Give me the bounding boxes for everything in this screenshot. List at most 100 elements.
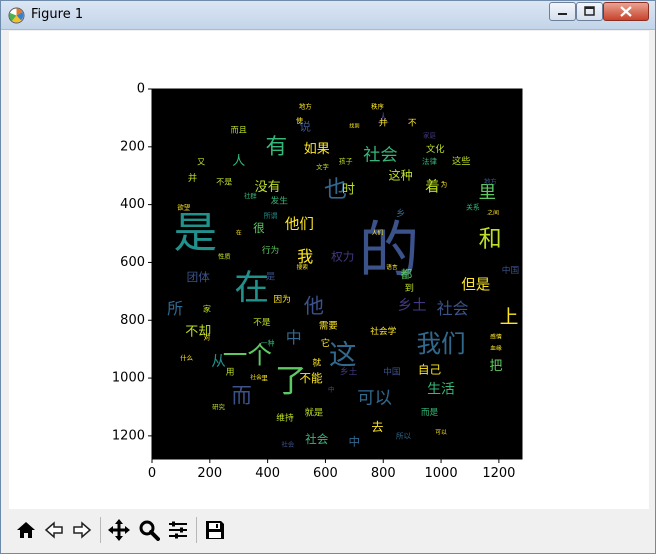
wordcloud-word: 有 xyxy=(265,134,287,159)
wordcloud-word: 研究 xyxy=(212,402,225,411)
wordcloud-word: 没有 xyxy=(255,180,281,195)
wordcloud-word: 从 xyxy=(211,354,226,370)
wordcloud-word: 社会 xyxy=(281,440,294,449)
save-button[interactable] xyxy=(202,517,228,543)
wordcloud-word: 用 xyxy=(226,366,235,377)
wordcloud-word: 社会 xyxy=(437,299,469,318)
wordcloud-word: 感情 xyxy=(490,333,502,341)
wordcloud-word: 乡土 xyxy=(340,365,358,377)
wordcloud-word: 不是 xyxy=(253,317,271,328)
wordcloud-word: 生活 xyxy=(427,382,455,398)
window-title: Figure 1 xyxy=(31,7,84,22)
wordcloud-word: 为 xyxy=(441,179,447,188)
x-tick-label: 800 xyxy=(371,466,396,481)
home-button[interactable] xyxy=(13,517,39,543)
wordcloud-word: 又 xyxy=(197,156,205,166)
wordcloud-word: 我 xyxy=(297,247,313,266)
wordcloud-word: 需要 xyxy=(319,321,338,332)
wordcloud-word: 并 xyxy=(188,172,197,184)
matplotlib-logo-icon xyxy=(8,7,25,24)
wordcloud-word: 发生 xyxy=(271,195,289,207)
wordcloud-word: 所 xyxy=(167,299,183,318)
wordcloud-word: 社会学 xyxy=(370,325,396,337)
wordcloud-word: 是 xyxy=(266,271,275,282)
x-tick-label: 600 xyxy=(313,466,338,481)
wordcloud-word: 并 xyxy=(379,117,388,129)
wordcloud-word: 里 xyxy=(479,183,496,203)
wordcloud-word: 所以 xyxy=(396,430,411,440)
y-tick-label: 600 xyxy=(120,255,145,270)
wordcloud-word: 里 xyxy=(262,374,269,382)
wordcloud-word: 社群 xyxy=(244,191,257,200)
wordcloud-word: 着 xyxy=(425,178,440,195)
back-icon xyxy=(44,521,63,539)
wordcloud-word: 而 xyxy=(232,383,252,407)
wordcloud-plot: 的是在了这 我们一个和有也社会里上他们他而 可以但是社会乡土如果没有不却从中我生活自… xyxy=(112,82,523,481)
wordcloud-word: 不能 xyxy=(299,371,323,385)
y-tick-label: 200 xyxy=(120,139,145,154)
forward-button[interactable] xyxy=(69,517,95,543)
close-button[interactable] xyxy=(603,2,649,21)
wordcloud-word: 都 xyxy=(401,267,413,281)
wordcloud-word: 在 xyxy=(234,268,269,308)
toolbar-separator xyxy=(196,517,197,543)
wordcloud-word: 去 xyxy=(371,420,383,434)
pan-button[interactable] xyxy=(106,517,132,543)
maximize-icon xyxy=(584,6,595,16)
wordcloud-word: 但是 xyxy=(461,277,490,294)
wordcloud-word: 行为 xyxy=(262,244,279,256)
wordcloud-word: 团体 xyxy=(187,270,211,284)
wordcloud-word: 文化 xyxy=(426,143,445,155)
x-tick-label: 0 xyxy=(148,466,156,481)
wordcloud-word: 家庭 xyxy=(423,130,436,139)
wordcloud-word: 乡土 xyxy=(398,297,427,314)
wordcloud-word: 很 xyxy=(253,221,265,235)
x-tick-label: 1200 xyxy=(482,466,515,481)
wordcloud-word: 到 xyxy=(405,282,414,294)
wordcloud-word: 秩序 xyxy=(371,101,384,110)
minimize-button[interactable] xyxy=(549,2,576,21)
figure-window: Figure 1 的是在了这我们 一个和有也社会里上他们他而可以 但是 社会 乡土 如果没… xyxy=(0,0,656,554)
zoom-button[interactable] xyxy=(136,517,162,543)
wordcloud-word: 和 xyxy=(479,226,502,252)
wordcloud-word: 它 xyxy=(321,337,330,349)
wordcloud-word: 所谓 xyxy=(264,211,278,220)
wordcloud-word: 而且 xyxy=(231,124,247,134)
x-axis: 0 200 400 600 800 1000 1200 xyxy=(148,459,515,481)
wordcloud-word: 而是 xyxy=(421,407,439,418)
home-icon xyxy=(17,522,35,538)
wordcloud-word: 中 xyxy=(286,328,302,347)
title-bar[interactable]: Figure 1 xyxy=(1,1,655,30)
wordcloud-word: 社会 xyxy=(305,432,329,446)
wordcloud-word: 时 xyxy=(342,183,355,198)
toolbar-separator xyxy=(100,517,101,543)
maximize-button[interactable] xyxy=(576,2,603,21)
wordcloud-word: 他 xyxy=(304,294,324,318)
minimize-icon xyxy=(558,13,567,15)
save-icon xyxy=(206,521,224,539)
wordcloud-word: 人 xyxy=(232,154,245,169)
y-tick-label: 0 xyxy=(137,82,145,97)
wordcloud-word: 什么 xyxy=(180,353,193,362)
wordcloud-word: 找到 xyxy=(349,122,359,130)
y-axis: 0 200 400 600 800 1000 1200 xyxy=(112,82,152,443)
close-icon xyxy=(620,6,632,17)
wordcloud-word: 使 xyxy=(296,116,303,125)
wordcloud-word: 血缘 xyxy=(490,344,502,352)
y-tick-label: 1000 xyxy=(112,371,145,386)
figure-canvas[interactable]: 的是在了这我们 一个和有也社会里上他们他而可以 但是 社会 乡土 如果 没有 不却从中我生活自… xyxy=(9,31,649,509)
wordcloud-word: 上 xyxy=(500,306,519,328)
wordcloud-word: 就 xyxy=(312,357,321,369)
wordcloud-word: 不 xyxy=(408,118,417,129)
wordcloud-word: 社会 xyxy=(250,373,262,381)
wordcloud-word: 如果 xyxy=(304,141,330,157)
wordcloud-word: 乡 xyxy=(396,208,405,219)
x-tick-label: 400 xyxy=(255,466,280,481)
wordcloud-word: 这种 xyxy=(388,168,412,183)
wordcloud-word: 家 xyxy=(203,304,211,314)
wordcloud-word: 可以 xyxy=(435,429,447,436)
wordcloud-word: 权力 xyxy=(331,250,354,264)
forward-icon xyxy=(73,521,92,539)
subplots-button[interactable] xyxy=(165,517,191,543)
back-button[interactable] xyxy=(41,517,67,543)
